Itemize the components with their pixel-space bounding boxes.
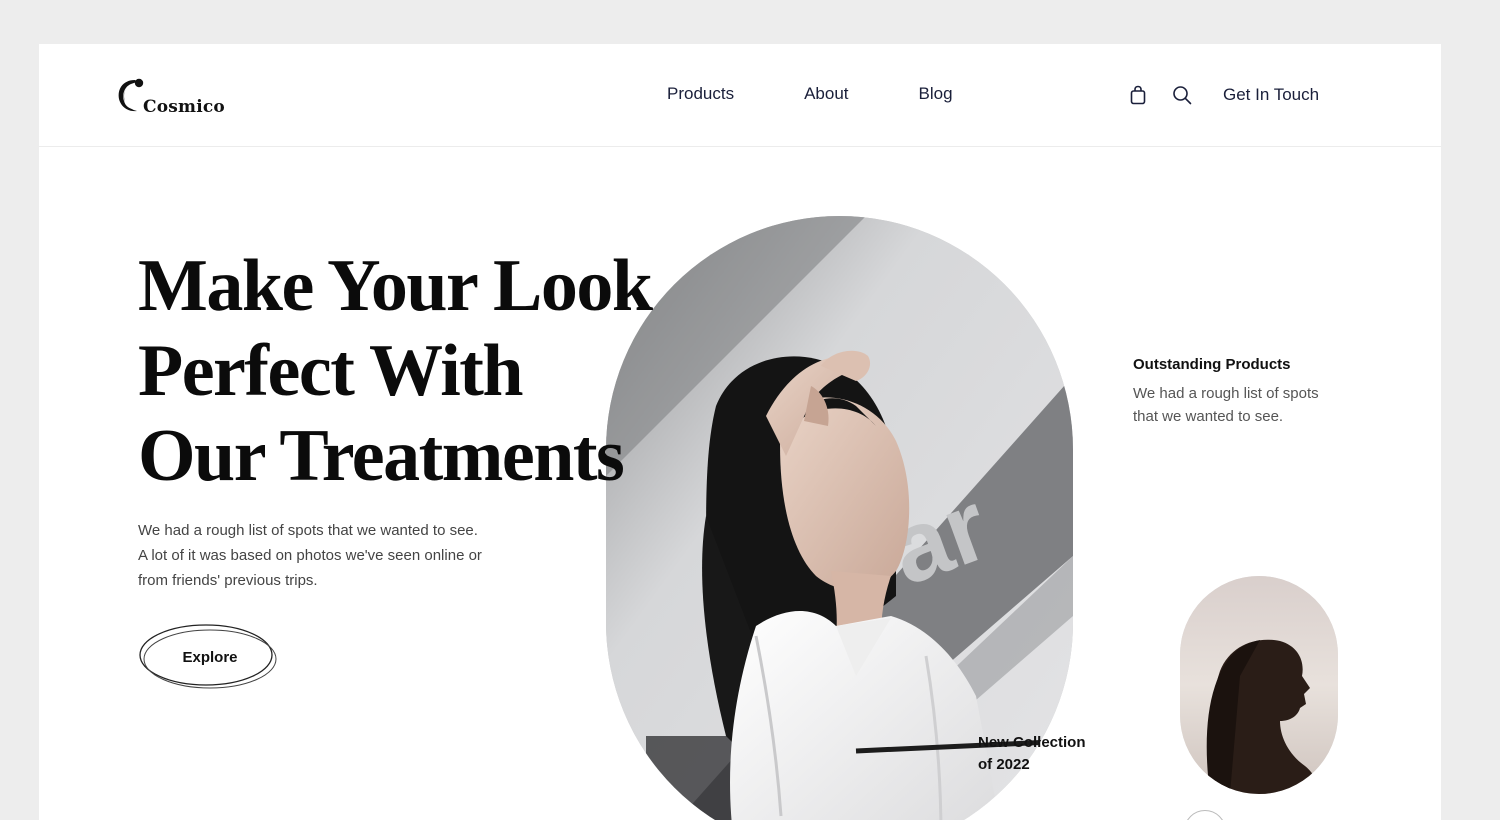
outstanding-products-description: We had a rough list of spots that we wan… bbox=[1133, 382, 1363, 428]
hero-headline: Make Your Look Perfect With Our Treatmen… bbox=[138, 244, 758, 499]
explore-button[interactable]: Explore bbox=[138, 623, 278, 691]
main-nav: Products About Blog bbox=[667, 84, 1023, 104]
nav-item-blog[interactable]: Blog bbox=[919, 84, 953, 104]
description-line: A lot of it was based on photos we've se… bbox=[138, 547, 482, 564]
description-line: from friends' previous trips. bbox=[138, 572, 318, 589]
search-icon[interactable] bbox=[1171, 84, 1193, 106]
headline-line: Make Your Look bbox=[138, 245, 653, 327]
headline-line: Our Treatments bbox=[138, 415, 625, 497]
brand-name: Cosmico bbox=[143, 97, 225, 117]
outstanding-products-title: Outstanding Products bbox=[1133, 356, 1291, 373]
nav-item-products[interactable]: Products bbox=[667, 84, 734, 104]
side-description-line: We had a rough list of spots bbox=[1133, 385, 1319, 402]
headline-line: Perfect With bbox=[138, 330, 524, 412]
carousel-control-button[interactable] bbox=[1184, 810, 1226, 820]
header-actions: Get In Touch bbox=[1127, 84, 1319, 106]
crescent-swirl-icon bbox=[113, 74, 147, 119]
collection-line: New Collection bbox=[978, 734, 1086, 751]
product-thumbnail-image[interactable] bbox=[1180, 576, 1338, 794]
landing-page: Cosmico Products About Blog Get In Touch bbox=[39, 44, 1441, 820]
get-in-touch-link[interactable]: Get In Touch bbox=[1223, 85, 1319, 105]
new-collection-label: New Collection of 2022 bbox=[978, 732, 1086, 776]
shopping-bag-icon[interactable] bbox=[1127, 84, 1149, 106]
collection-line: of 2022 bbox=[978, 756, 1030, 773]
nav-item-about[interactable]: About bbox=[804, 84, 848, 104]
hero-description: We had a rough list of spots that we wan… bbox=[138, 518, 538, 593]
site-header: Cosmico Products About Blog Get In Touch bbox=[39, 44, 1441, 147]
woman-silhouette-profile-photo bbox=[1180, 576, 1338, 794]
description-line: We had a rough list of spots that we wan… bbox=[138, 522, 478, 539]
explore-label: Explore bbox=[182, 648, 238, 666]
side-description-line: that we wanted to see. bbox=[1133, 408, 1284, 425]
brand-logo[interactable]: Cosmico bbox=[113, 74, 225, 119]
